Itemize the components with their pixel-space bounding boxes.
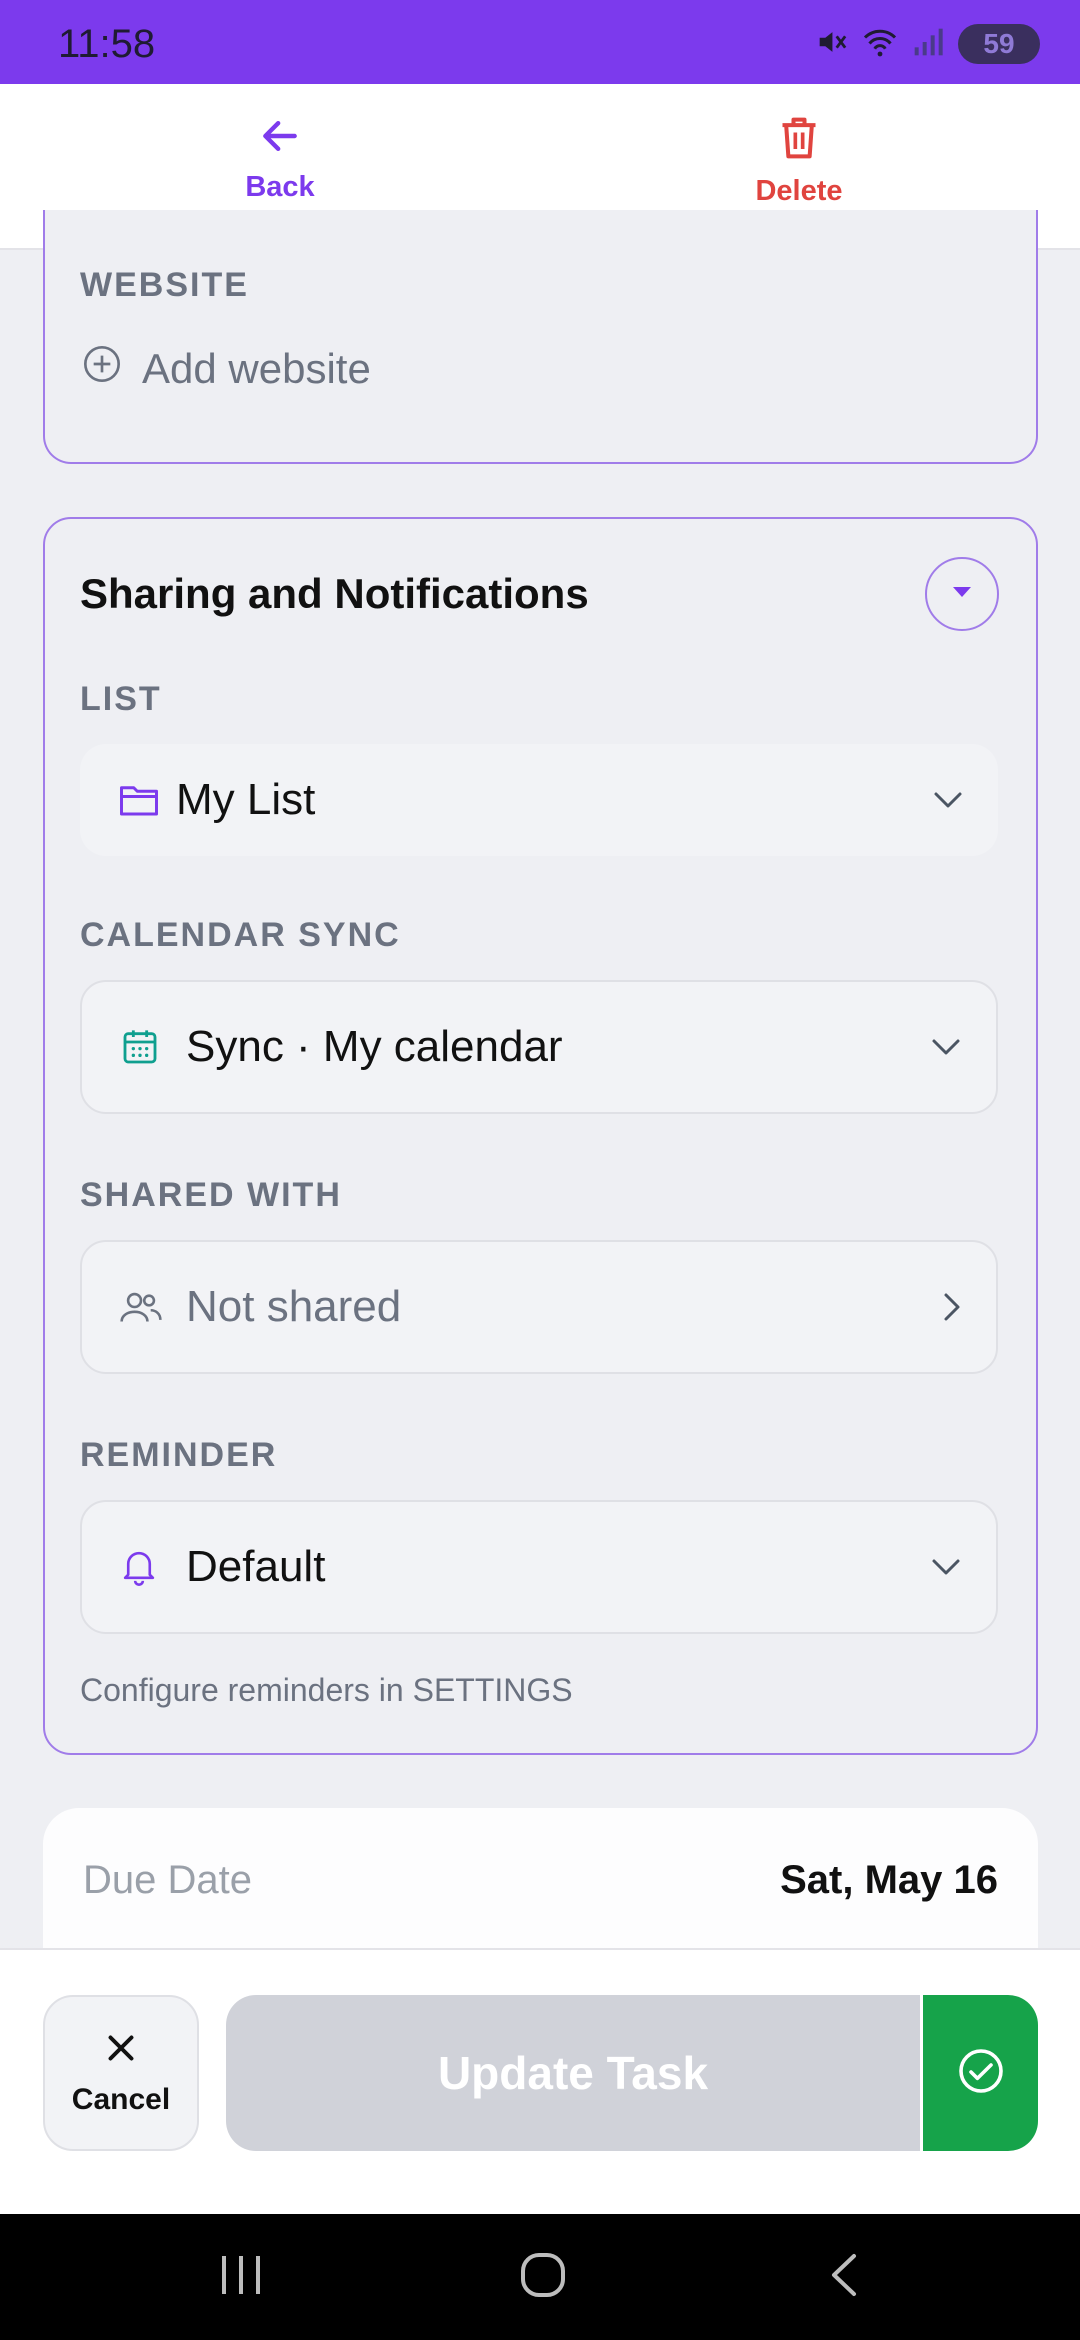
add-website-label: Add website (142, 345, 371, 392)
chevron-right-icon (942, 1291, 962, 1323)
system-nav-bar (0, 2214, 1080, 2340)
due-date-row[interactable]: Due Date Sat, May 16 (43, 1808, 1038, 1948)
calendar-sync-label: CALENDAR SYNC (80, 916, 401, 954)
back-nav-icon[interactable] (826, 2250, 862, 2300)
chevron-down-icon (932, 790, 964, 810)
shared-with-label: SHARED WITH (80, 1176, 342, 1214)
recent-apps-icon[interactable] (218, 2250, 264, 2300)
list-label: LIST (80, 680, 162, 718)
bell-icon (120, 1547, 158, 1587)
confirm-button[interactable] (923, 1995, 1038, 2151)
delete-label: Delete (755, 175, 843, 207)
status-time: 11:58 (58, 22, 156, 66)
caret-down-icon (951, 585, 973, 604)
list-select[interactable]: My List (80, 744, 998, 856)
home-icon[interactable] (518, 2250, 568, 2300)
calendar-icon (120, 1027, 160, 1067)
reminder-select[interactable]: Default (80, 1500, 998, 1634)
plus-circle-icon (82, 344, 122, 394)
list-value: My List (176, 775, 316, 824)
folder-icon (118, 782, 160, 818)
collapse-section-button[interactable] (925, 557, 999, 631)
back-label: Back (245, 171, 315, 203)
shared-with-button[interactable]: Not shared (80, 1240, 998, 1374)
arrow-left-icon (258, 114, 302, 163)
cancel-label: Cancel (71, 2082, 171, 2116)
chevron-down-icon (930, 1557, 962, 1577)
mute-icon (814, 25, 848, 64)
status-bar: 11:58 59 (0, 0, 1080, 84)
check-circle-icon (957, 2047, 1005, 2100)
update-task-button[interactable]: Update Task (226, 1995, 920, 2151)
add-website-button[interactable]: Add website (82, 344, 371, 394)
reminder-label: REMINDER (80, 1436, 278, 1474)
back-button[interactable]: Back (180, 114, 380, 204)
status-icons: 59 (814, 24, 1040, 64)
chevron-down-icon (930, 1037, 962, 1057)
users-icon (120, 1289, 162, 1325)
battery-indicator: 59 (958, 24, 1040, 64)
reminder-value: Default (186, 1542, 326, 1591)
delete-button[interactable]: Delete (699, 114, 899, 208)
website-card (43, 210, 1038, 464)
calendar-sync-value: Sync · My calendar (186, 1022, 563, 1071)
trash-icon (777, 114, 821, 167)
shared-with-value: Not shared (186, 1282, 402, 1331)
wifi-icon (862, 26, 898, 63)
cancel-button[interactable]: Cancel (43, 1995, 199, 2151)
close-icon (103, 2030, 139, 2071)
sharing-card-title: Sharing and Notifications (80, 570, 589, 617)
due-date-label: Due Date (83, 1858, 252, 1902)
bottom-action-bar: Cancel Update Task (0, 1948, 1080, 2214)
website-label: WEBSITE (80, 266, 249, 304)
calendar-sync-select[interactable]: Sync · My calendar (80, 980, 998, 1114)
reminder-hint: Configure reminders in SETTINGS (80, 1672, 573, 1708)
signal-icon (912, 26, 944, 63)
due-date-value: Sat, May 16 (780, 1858, 998, 1902)
